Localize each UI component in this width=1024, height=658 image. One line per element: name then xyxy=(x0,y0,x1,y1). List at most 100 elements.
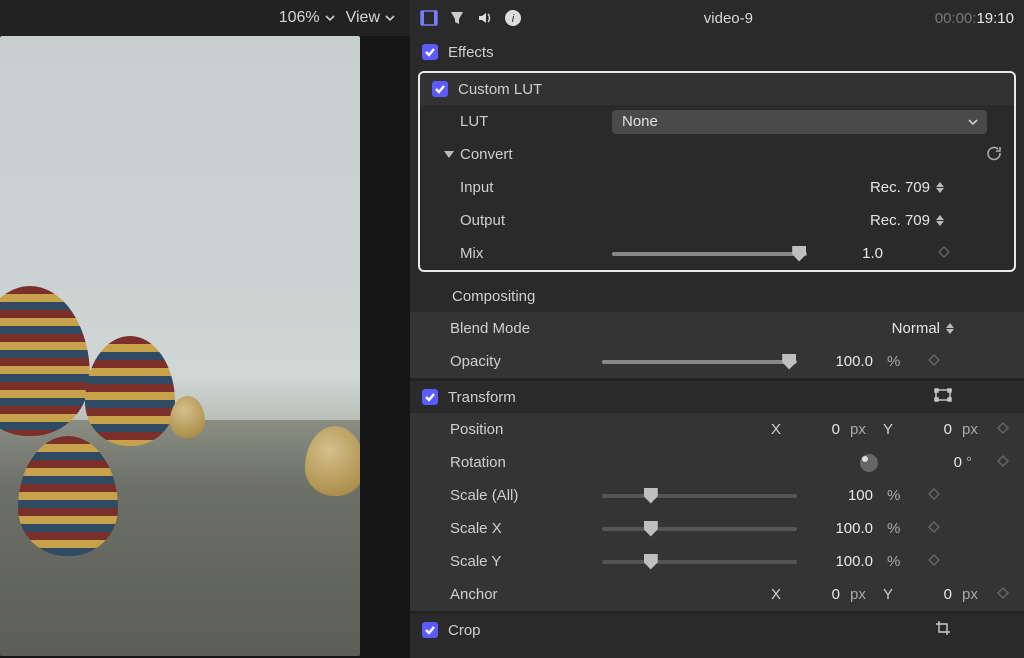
clip-timecode: 00:00:19:10 xyxy=(935,10,1014,27)
x-axis-label: X xyxy=(768,421,784,438)
lut-row: LUT None xyxy=(420,105,1014,138)
scale-all-label: Scale (All) xyxy=(422,487,602,504)
transform-onscreen-icon[interactable] xyxy=(934,386,952,408)
custom-lut-header[interactable]: Custom LUT xyxy=(420,73,1014,105)
blend-mode-row: Blend Mode Normal xyxy=(410,312,1024,345)
view-menu-label: View xyxy=(346,9,380,27)
anchor-row: Anchor X 0 px Y 0 px xyxy=(410,578,1024,611)
keyframe-button[interactable] xyxy=(994,454,1012,471)
output-label: Output xyxy=(432,212,612,229)
anchor-x-unit: px xyxy=(850,586,874,603)
keyframe-button[interactable] xyxy=(935,245,953,262)
compositing-header: Compositing xyxy=(410,280,1024,312)
scale-y-value[interactable]: 100.0 xyxy=(807,553,877,570)
scale-y-label: Scale Y xyxy=(422,553,602,570)
info-icon[interactable]: i xyxy=(504,9,522,27)
effects-checkbox[interactable] xyxy=(422,44,438,60)
preview-image xyxy=(0,36,360,656)
audio-icon[interactable] xyxy=(476,9,494,27)
viewer-toolbar: 106% View xyxy=(0,0,410,36)
transform-header[interactable]: Transform xyxy=(410,381,1024,413)
position-x-value[interactable]: 0 xyxy=(790,421,844,438)
custom-lut-checkbox[interactable] xyxy=(432,81,448,97)
opacity-label: Opacity xyxy=(422,353,602,370)
zoom-value: 106% xyxy=(279,9,320,27)
x-axis-label: X xyxy=(768,586,784,603)
clip-title: video-9 xyxy=(532,10,925,27)
mix-row: Mix 1.0 xyxy=(420,237,1014,270)
chevron-down-icon xyxy=(324,12,336,24)
scale-unit: % xyxy=(887,487,911,504)
custom-lut-group: Custom LUT LUT None Convert Input Re xyxy=(418,71,1016,272)
lut-value: None xyxy=(622,113,658,130)
opacity-value[interactable]: 100.0 xyxy=(807,353,877,370)
anchor-x-value[interactable]: 0 xyxy=(790,586,844,603)
output-popup[interactable]: Rec. 709 xyxy=(870,212,944,229)
keyframe-button[interactable] xyxy=(994,421,1012,438)
position-x-unit: px xyxy=(850,421,874,438)
position-label: Position xyxy=(422,421,602,438)
disclosure-triangle-icon[interactable] xyxy=(444,151,454,158)
keyframe-button[interactable] xyxy=(925,520,943,537)
scale-x-row: Scale X 100.0 % xyxy=(410,512,1024,545)
anchor-label: Anchor xyxy=(422,586,602,603)
chevron-down-icon xyxy=(967,116,979,128)
rotation-dial[interactable] xyxy=(860,454,878,472)
crop-title: Crop xyxy=(448,622,481,639)
scale-all-slider[interactable] xyxy=(602,494,797,498)
scale-y-slider[interactable] xyxy=(602,560,797,564)
y-axis-label: Y xyxy=(880,586,896,603)
keyframe-button[interactable] xyxy=(925,487,943,504)
filter-icon[interactable] xyxy=(448,9,466,27)
input-label: Input xyxy=(432,179,612,196)
stepper-icon xyxy=(946,323,954,334)
position-y-value[interactable]: 0 xyxy=(902,421,956,438)
blend-mode-popup[interactable]: Normal xyxy=(892,320,954,337)
stepper-icon xyxy=(936,182,944,193)
input-popup[interactable]: Rec. 709 xyxy=(870,179,944,196)
scale-unit: % xyxy=(887,553,911,570)
convert-row[interactable]: Convert xyxy=(420,138,1014,171)
rotation-row: Rotation 0 ° xyxy=(410,446,1024,479)
scale-x-value[interactable]: 100.0 xyxy=(807,520,877,537)
inspector-panel: i video-9 00:00:19:10 Effects Custom LUT… xyxy=(410,0,1024,658)
rotation-unit: ° xyxy=(966,454,990,471)
scale-x-label: Scale X xyxy=(422,520,602,537)
anchor-y-value[interactable]: 0 xyxy=(902,586,956,603)
rotation-value[interactable]: 0 xyxy=(896,454,966,471)
effects-label: Effects xyxy=(448,44,494,61)
lut-label: LUT xyxy=(432,113,612,130)
chevron-down-icon xyxy=(384,12,396,24)
position-y-unit: px xyxy=(962,421,986,438)
anchor-y-unit: px xyxy=(962,586,986,603)
viewer-panel: 106% View xyxy=(0,0,410,658)
opacity-slider[interactable] xyxy=(602,360,797,364)
compositing-title: Compositing xyxy=(452,288,535,305)
view-menu[interactable]: View xyxy=(346,9,396,27)
keyframe-button[interactable] xyxy=(925,353,943,370)
transform-checkbox[interactable] xyxy=(422,389,438,405)
scale-unit: % xyxy=(887,520,911,537)
video-inspector-icon[interactable] xyxy=(420,9,438,27)
scale-y-row: Scale Y 100.0 % xyxy=(410,545,1024,578)
zoom-menu[interactable]: 106% xyxy=(279,9,336,27)
scale-x-slider[interactable] xyxy=(602,527,797,531)
keyframe-button[interactable] xyxy=(994,586,1012,603)
keyframe-button[interactable] xyxy=(925,553,943,570)
viewer-canvas[interactable] xyxy=(0,36,410,658)
mix-value[interactable]: 1.0 xyxy=(817,245,887,262)
scale-all-value[interactable]: 100 xyxy=(807,487,877,504)
effects-section-header[interactable]: Effects xyxy=(410,36,1024,68)
stepper-icon xyxy=(936,215,944,226)
crop-checkbox[interactable] xyxy=(422,622,438,638)
reset-button[interactable] xyxy=(986,145,1002,165)
opacity-unit: % xyxy=(887,353,911,370)
mix-label: Mix xyxy=(432,245,612,262)
lut-select[interactable]: None xyxy=(612,110,987,134)
y-axis-label: Y xyxy=(880,421,896,438)
crop-onscreen-icon[interactable] xyxy=(934,619,952,641)
mix-slider[interactable] xyxy=(612,252,807,256)
transform-title: Transform xyxy=(448,389,516,406)
crop-header[interactable]: Crop xyxy=(410,614,1024,646)
inspector-header: i video-9 00:00:19:10 xyxy=(410,0,1024,36)
